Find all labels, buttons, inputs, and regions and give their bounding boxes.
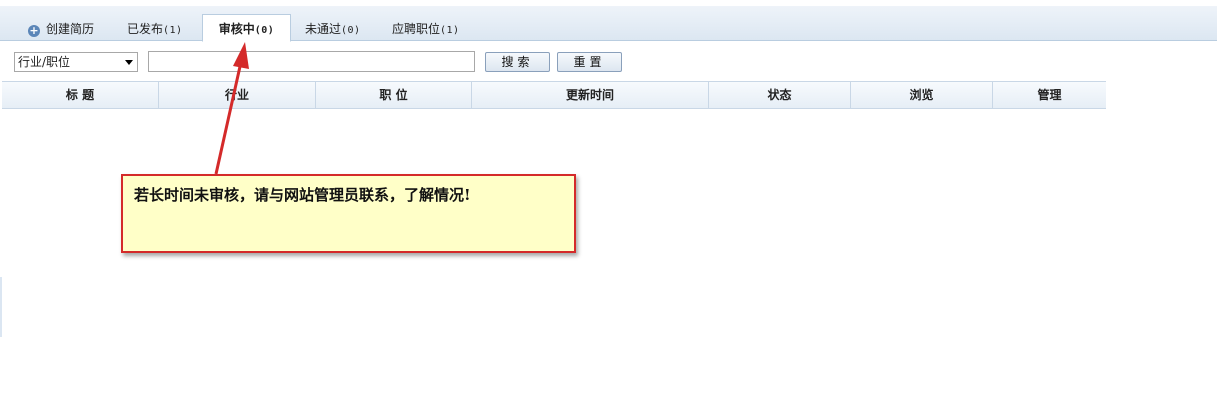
table-header: 标 题 行业 职 位 更新时间 状态 浏览 管理: [2, 81, 1106, 109]
tab-rejected-label: 未通过: [305, 22, 342, 36]
tab-create-resume[interactable]: + 创建简历: [28, 19, 94, 39]
tab-published-count: (1): [163, 25, 183, 36]
tab-applied-label: 应聘职位: [392, 22, 441, 36]
tab-reviewing-label: 审核中: [218, 22, 255, 36]
category-select[interactable]: 行业/职位: [14, 52, 138, 72]
column-header-title[interactable]: 标 题: [2, 82, 159, 108]
tab-applied-jobs[interactable]: 应聘职位(1): [392, 19, 460, 39]
column-header-views[interactable]: 浏览: [851, 82, 993, 108]
tab-create-label: 创建简历: [46, 22, 95, 36]
column-header-manage[interactable]: 管理: [993, 82, 1106, 108]
review-notice-callout: 若长时间未审核，请与网站管理员联系，了解情况!: [121, 174, 576, 253]
left-edge-divider: [0, 277, 2, 337]
annotation-arrow-line: [214, 61, 243, 175]
tab-reviewing[interactable]: 审核中(0): [202, 14, 291, 42]
column-header-updated-time[interactable]: 更新时间: [472, 82, 709, 108]
tab-published[interactable]: 已发布(1): [127, 19, 183, 39]
tab-rejected-count: (0): [341, 25, 361, 36]
tab-bar: + 创建简历 已发布(1) 审核中(0) 未通过(0) 应聘职位(1): [0, 6, 1217, 42]
plus-circle-icon: +: [28, 24, 40, 37]
category-select-value: 行业/职位: [18, 55, 71, 69]
tab-applied-count: (1): [440, 25, 460, 36]
column-header-position[interactable]: 职 位: [316, 82, 472, 108]
resume-management-page: + 创建简历 已发布(1) 审核中(0) 未通过(0) 应聘职位(1) 行业/职位…: [0, 0, 1217, 409]
chevron-down-icon: [125, 60, 133, 65]
tab-reviewing-count: (0): [254, 25, 275, 36]
keyword-input[interactable]: [148, 51, 475, 72]
review-notice-text: 若长时间未审核，请与网站管理员联系，了解情况!: [134, 186, 471, 204]
search-button[interactable]: 搜索: [485, 52, 550, 72]
tab-rejected[interactable]: 未通过(0): [305, 19, 361, 39]
column-header-industry[interactable]: 行业: [159, 82, 316, 108]
column-header-status[interactable]: 状态: [709, 82, 851, 108]
tab-published-label: 已发布: [127, 22, 164, 36]
reset-button[interactable]: 重置: [557, 52, 622, 72]
